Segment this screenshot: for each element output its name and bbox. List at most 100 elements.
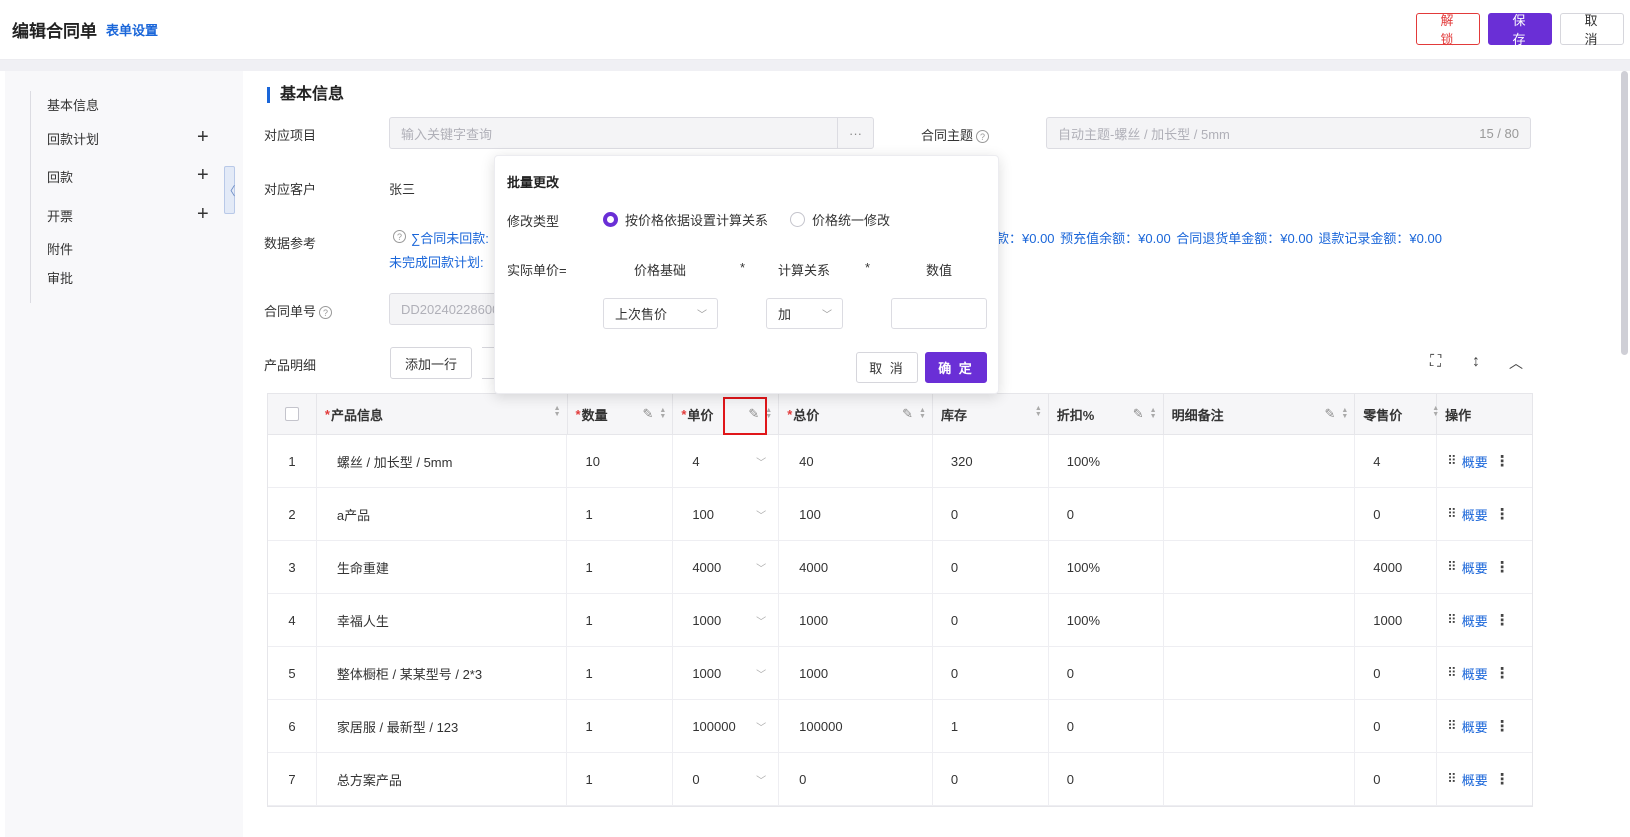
summary-link[interactable]: 概要 [1462,611,1488,630]
more-icon[interactable]: ⋮ [1495,664,1510,682]
unlock-button[interactable]: 解 锁 [1416,13,1480,47]
summary-link[interactable]: 概要 [1462,558,1488,577]
total-cell[interactable]: 1000 [779,594,933,646]
add-payment-icon[interactable]: + [197,165,209,185]
sort-icon[interactable]: ▲ ▼ [1035,405,1042,418]
more-icon[interactable]: ⋮ [1495,717,1510,735]
number-help-icon[interactable]: ? [319,306,333,320]
price-cell[interactable]: 4000 ﹀ [673,541,780,593]
price-cell[interactable]: 4 ﹀ [673,435,780,487]
reference-amounts[interactable]: 款：¥0.00 预充值余额：¥0.00 合同退货单金额：¥0.00 退款记录金额… [996,228,1442,247]
unpaid-total-link[interactable]: ∑合同未回款: [411,228,489,247]
total-cell[interactable]: 0 [779,753,933,805]
sort-icon[interactable]: ▲ ▼ [1150,407,1157,420]
product-cell[interactable]: 总方案产品 [317,753,568,805]
remark-cell[interactable] [1164,700,1356,752]
row-height-icon[interactable]: ↕ [1472,353,1480,371]
chevron-down-icon[interactable]: ﹀ [756,560,766,575]
contract-number-input[interactable]: DD20240228600 [389,293,499,325]
sort-icon[interactable]: ▲ ▼ [1341,407,1348,420]
total-cell[interactable]: 4000 [779,541,933,593]
remark-cell[interactable] [1164,488,1356,540]
drag-handle-icon[interactable]: ⠿ [1447,506,1456,522]
add-payment-plan-icon[interactable]: + [197,127,209,147]
summary-link[interactable]: 概要 [1462,505,1488,524]
price-cell[interactable]: 1000 ﹀ [673,594,780,646]
relation-select[interactable]: 加 ﹀ [766,298,843,329]
drag-handle-icon[interactable]: ⠿ [1447,771,1456,787]
radio-formula[interactable]: 按价格依据设置计算关系 [603,210,768,229]
qty-cell[interactable]: 1 [567,541,674,593]
discount-cell[interactable]: 0 [1049,647,1164,699]
remark-cell[interactable] [1164,647,1356,699]
summary-link[interactable]: 概要 [1462,664,1488,683]
nav-item-approval[interactable]: 审批 [47,268,73,287]
price-cell[interactable]: 100 ﹀ [673,488,780,540]
unfinished-plan-link[interactable]: 未完成回款计划: [389,252,484,271]
remark-cell[interactable] [1164,594,1356,646]
nav-item-payment[interactable]: 回款 [47,167,73,186]
form-settings-link[interactable]: 表单设置 [106,20,158,39]
batch-edit-price-icon[interactable]: ✎ [748,406,759,422]
total-cell[interactable]: 100 [779,488,933,540]
popover-cancel-button[interactable]: 取 消 [856,352,918,383]
more-icon[interactable]: ⋮ [1495,558,1510,576]
qty-cell[interactable]: 1 [567,488,674,540]
total-cell[interactable]: 40 [779,435,933,487]
discount-cell[interactable]: 100% [1049,435,1164,487]
qty-cell[interactable]: 1 [567,647,674,699]
price-cell[interactable]: 1000 ﹀ [673,647,780,699]
summary-link[interactable]: 概要 [1462,452,1488,471]
product-cell[interactable]: a产品 [317,488,568,540]
product-cell[interactable]: 整体橱柜 / 某某型号 / 2*3 [317,647,568,699]
chevron-down-icon[interactable]: ﹀ [756,666,766,681]
qty-cell[interactable]: 1 [567,594,674,646]
page-scrollbar[interactable] [1621,71,1628,355]
customer-value[interactable]: 张三 [389,179,415,198]
radio-uniform[interactable]: 价格统一修改 [790,210,890,229]
qty-cell[interactable]: 10 [567,435,674,487]
summary-link[interactable]: 概要 [1462,717,1488,736]
value-input[interactable] [891,298,987,329]
batch-edit-icon[interactable]: ✎ [1324,406,1335,422]
nav-item-payment-plan[interactable]: 回款计划 [47,129,99,148]
qty-cell[interactable]: 1 [567,753,674,805]
subject-input[interactable]: 自动主题-螺丝 / 加长型 / 5mm 15 / 80 [1046,117,1531,149]
more-icon[interactable]: ⋮ [1495,505,1510,523]
product-cell[interactable]: 螺丝 / 加长型 / 5mm [317,435,568,487]
cancel-button[interactable]: 取 消 [1560,13,1624,47]
drag-handle-icon[interactable]: ⠿ [1447,718,1456,734]
collapse-up-icon[interactable]: ︿ [1509,353,1523,373]
summary-link[interactable]: 概要 [1462,770,1488,789]
radio-uniform-dot[interactable] [790,212,805,227]
chevron-down-icon[interactable]: ﹀ [756,719,766,734]
sort-icon[interactable]: ▲ ▼ [659,407,666,420]
discount-cell[interactable]: 0 [1049,700,1164,752]
drag-handle-icon[interactable]: ⠿ [1447,612,1456,628]
discount-cell[interactable]: 100% [1049,594,1164,646]
product-cell[interactable]: 生命重建 [317,541,568,593]
remark-cell[interactable] [1164,753,1356,805]
nav-item-attachment[interactable]: 附件 [47,239,73,258]
price-cell[interactable]: 0 ﹀ [673,753,780,805]
chevron-down-icon[interactable]: ﹀ [756,454,766,469]
product-cell[interactable]: 家居服 / 最新型 / 123 [317,700,568,752]
sort-icon[interactable]: ▲ ▼ [765,407,772,420]
more-icon[interactable]: ⋮ [1495,611,1510,629]
nav-item-invoice[interactable]: 开票 [47,206,73,225]
drag-handle-icon[interactable]: ⠿ [1447,559,1456,575]
reference-help-icon[interactable]: ? [393,230,406,243]
product-cell[interactable]: 幸福人生 [317,594,568,646]
discount-cell[interactable]: 0 [1049,488,1164,540]
batch-edit-icon[interactable]: ✎ [902,406,913,422]
popover-ok-button[interactable]: 确 定 [925,352,987,383]
chevron-down-icon[interactable]: ﹀ [756,772,766,787]
help-icon[interactable]: ? [976,130,990,144]
remark-cell[interactable] [1164,435,1356,487]
radio-formula-dot[interactable] [603,212,618,227]
total-cell[interactable]: 1000 [779,647,933,699]
more-icon[interactable]: ⋮ [1495,452,1510,470]
add-invoice-icon[interactable]: + [197,204,209,224]
price-base-select[interactable]: 上次售价 ﹀ [603,298,718,329]
remark-cell[interactable] [1164,541,1356,593]
